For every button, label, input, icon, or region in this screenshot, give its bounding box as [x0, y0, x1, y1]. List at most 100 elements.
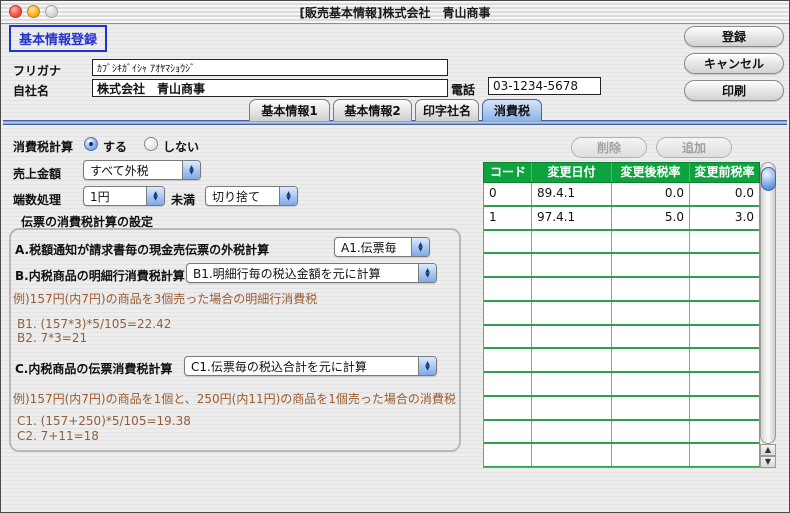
formula-b2-text: B2. 7*3=21 — [17, 331, 87, 345]
table-cell — [612, 349, 690, 371]
tax-rate-table-header: コード変更日付変更後税率変更前税率 — [483, 162, 760, 183]
table-cell — [484, 231, 532, 253]
table-cell — [612, 373, 690, 395]
table-cell — [484, 326, 532, 348]
rounding-suffix-label: 未満 — [171, 191, 195, 208]
table-cell — [484, 254, 532, 276]
register-button[interactable]: 登録 — [684, 26, 784, 47]
table-cell — [612, 326, 690, 348]
stepper-icon[interactable]: ▲▼ — [418, 264, 436, 282]
formula-b1-text: B1. (157*3)*5/105=22.42 — [17, 317, 171, 331]
row-c-value: C1.伝票毎の税込合計を元に計算 — [191, 358, 367, 375]
tab-consumption-tax[interactable]: 消費税 — [482, 99, 542, 121]
table-row — [484, 302, 759, 326]
table-row[interactable]: 089.4.10.00.0 — [484, 183, 759, 207]
tax-rate-table: コード変更日付変更後税率変更前税率 089.4.10.00.0197.4.15.… — [483, 162, 760, 468]
table-cell — [690, 444, 759, 466]
company-name-input[interactable]: 株式会社 青山商事 — [92, 79, 448, 97]
row-b-select[interactable]: B1.明細行毎の税込金額を元に計算 ▲▼ — [186, 263, 437, 283]
table-cell: 5.0 — [612, 207, 690, 229]
stepper-icon[interactable]: ▲▼ — [411, 238, 429, 256]
column-header: 変更後税率 — [612, 163, 690, 182]
phone-input[interactable]: 03-1234-5678 — [488, 77, 601, 95]
rounding-method-value: 切り捨て — [212, 188, 260, 205]
formula-c2-text: C2. 7+11=18 — [17, 429, 99, 443]
table-cell — [532, 254, 612, 276]
sales-amount-label: 売上金額 — [13, 165, 61, 182]
table-row — [484, 421, 759, 445]
furigana-label: フリガナ — [13, 62, 61, 79]
app-window: [販売基本情報]株式会社 青山商事 基本情報登録 登録 キャンセル 印刷 フリガ… — [0, 0, 790, 513]
tax-rate-table-body: 089.4.10.00.0197.4.15.03.0 — [483, 183, 760, 468]
stepper-icon[interactable]: ▲▼ — [146, 187, 164, 205]
company-name-label: 自社名 — [13, 82, 49, 99]
tab-basic-info-2[interactable]: 基本情報2 — [333, 99, 412, 121]
table-cell: 97.4.1 — [532, 207, 612, 229]
rounding-method-select[interactable]: 切り捨て ▲▼ — [205, 186, 298, 206]
sales-amount-value: すべて外税 — [90, 162, 149, 179]
table-cell — [612, 444, 690, 466]
table-scrollbar-track[interactable] — [760, 162, 776, 444]
table-cell — [690, 326, 759, 348]
furigana-input[interactable]: ｶﾌﾞｼｷｶﾞｲｼｬ ｱｵﾔﾏｼｮｳｼﾞ — [92, 59, 448, 76]
row-a-value: A1.伝票毎 — [341, 239, 397, 256]
table-cell — [532, 397, 612, 419]
rounding-unit-value: 1円 — [90, 188, 110, 205]
window-title: [販売基本情報]株式会社 青山商事 — [1, 4, 789, 21]
stepper-icon[interactable]: ▲▼ — [279, 187, 297, 205]
tab-basic-info-1[interactable]: 基本情報1 — [249, 99, 330, 121]
table-cell — [484, 349, 532, 371]
rounding-unit-select[interactable]: 1円 ▲▼ — [83, 186, 165, 206]
table-cell — [532, 421, 612, 443]
table-row — [484, 254, 759, 278]
radio-off-label[interactable]: しない — [163, 138, 199, 155]
row-c-label: C.内税商品の伝票消費税計算 — [15, 360, 172, 377]
example-c-text: 例)157円(内7円)の商品を1個と、250円(内11円)の商品を1個売った場合… — [13, 390, 456, 407]
print-button[interactable]: 印刷 — [684, 80, 784, 101]
table-cell: 89.4.1 — [532, 183, 612, 205]
tax-calc-label: 消費税計算 — [13, 138, 73, 155]
row-a-label: A.税額通知が請求書毎の現金売伝票の外税計算 — [15, 241, 269, 258]
example-b-text: 例)157円(内7円)の商品を3個売った場合の明細行消費税 — [13, 290, 317, 307]
stepper-icon[interactable]: ▲▼ — [418, 357, 436, 375]
table-cell: 1 — [484, 207, 532, 229]
column-header: 変更前税率 — [690, 163, 759, 182]
table-cell — [532, 373, 612, 395]
table-cell — [532, 302, 612, 324]
row-b-label: B.内税商品の明細行消費税計算 — [15, 267, 185, 284]
table-row — [484, 326, 759, 350]
title-bar: [販売基本情報]株式会社 青山商事 — [1, 1, 789, 24]
scroll-down-icon[interactable]: ▼ — [760, 456, 776, 468]
radio-tax-calc-off[interactable] — [144, 137, 158, 151]
add-button[interactable]: 追加 — [656, 137, 732, 158]
table-row — [484, 444, 759, 468]
table-cell — [612, 421, 690, 443]
table-row — [484, 349, 759, 373]
table-cell — [690, 421, 759, 443]
table-cell — [612, 302, 690, 324]
stepper-icon[interactable]: ▲▼ — [182, 161, 200, 179]
tab-print-name[interactable]: 印字社名 — [415, 99, 479, 121]
cancel-button[interactable]: キャンセル — [684, 53, 784, 74]
table-cell — [612, 231, 690, 253]
row-c-select[interactable]: C1.伝票毎の税込合計を元に計算 ▲▼ — [184, 356, 437, 376]
table-cell — [484, 278, 532, 300]
table-cell: 0 — [484, 183, 532, 205]
rounding-label: 端数処理 — [13, 191, 61, 208]
phone-label: 電話 — [451, 81, 475, 98]
table-scrollbar-thumb[interactable] — [761, 167, 776, 191]
table-cell — [484, 302, 532, 324]
table-cell — [612, 397, 690, 419]
table-row — [484, 278, 759, 302]
table-cell — [690, 231, 759, 253]
radio-tax-calc-on[interactable] — [84, 137, 98, 151]
table-row[interactable]: 197.4.15.03.0 — [484, 207, 759, 231]
table-cell — [690, 254, 759, 276]
row-b-value: B1.明細行毎の税込金額を元に計算 — [193, 265, 381, 282]
delete-button[interactable]: 削除 — [571, 137, 647, 158]
radio-on-label[interactable]: する — [103, 138, 127, 155]
table-cell — [690, 397, 759, 419]
row-a-select[interactable]: A1.伝票毎 ▲▼ — [334, 237, 430, 257]
scroll-up-icon[interactable]: ▲ — [760, 444, 776, 456]
sales-amount-select[interactable]: すべて外税 ▲▼ — [83, 160, 201, 180]
